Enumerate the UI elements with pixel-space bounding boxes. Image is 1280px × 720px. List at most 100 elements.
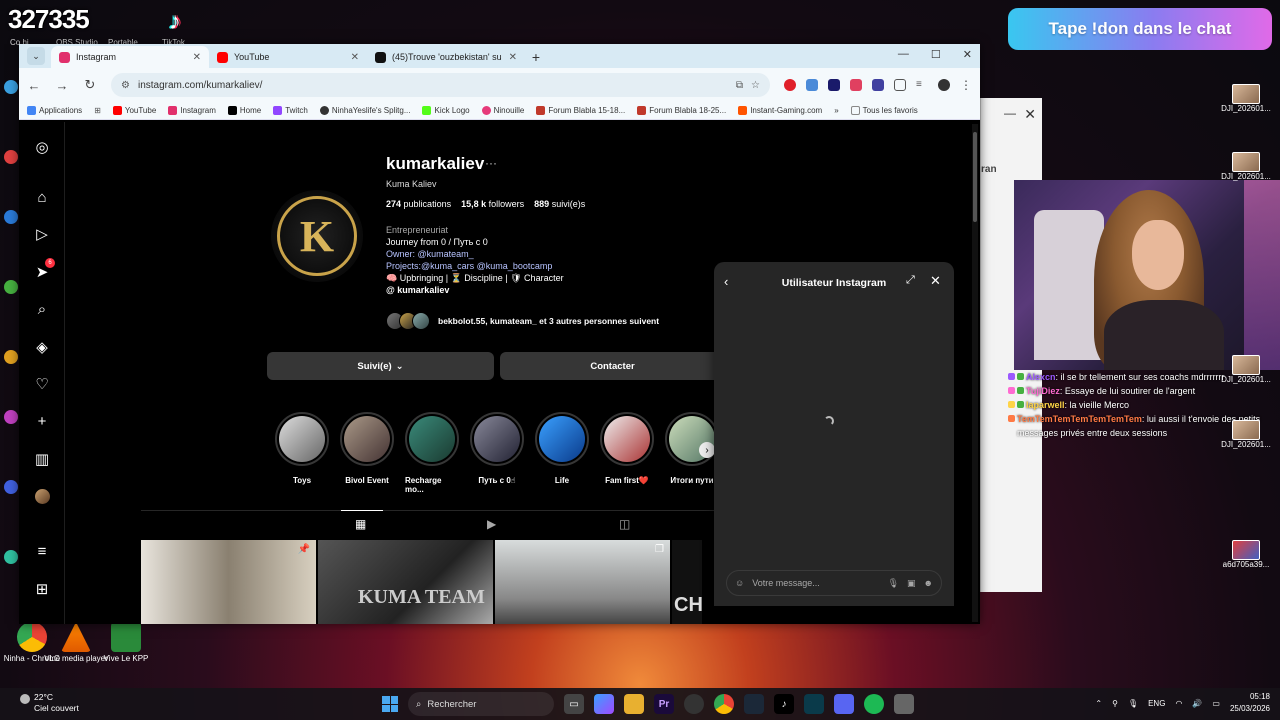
- bookmark-item[interactable]: Home: [227, 106, 261, 115]
- posts-grid-icon[interactable]: ▦: [355, 517, 366, 531]
- create-icon[interactable]: +: [33, 412, 51, 430]
- threads-link[interactable]: @ kumarkaliev: [386, 284, 564, 296]
- emoji-icon[interactable]: ☺: [735, 578, 744, 588]
- extension-icon[interactable]: [828, 79, 840, 91]
- instagram-logo-icon[interactable]: ◎: [33, 138, 51, 156]
- windows-start-icon[interactable]: [382, 696, 398, 712]
- audio-extension-icon[interactable]: [806, 79, 818, 91]
- tab-close-icon[interactable]: ✕: [193, 52, 201, 63]
- desktop-app-icon[interactable]: [4, 210, 18, 224]
- tab-instagram[interactable]: Instagram ✕: [51, 46, 209, 68]
- more-options-icon[interactable]: ···: [485, 156, 497, 170]
- post-thumbnail[interactable]: ❐: [495, 540, 670, 624]
- site-info-icon[interactable]: ⚙: [121, 80, 130, 91]
- bookmark-star-icon[interactable]: ☆: [751, 80, 760, 91]
- home-icon[interactable]: ⌂: [33, 188, 51, 206]
- tab-search-icon[interactable]: ⌄: [27, 47, 45, 65]
- close-icon[interactable]: ✕: [930, 273, 941, 289]
- discord-icon[interactable]: [834, 694, 854, 714]
- app-icon[interactable]: [804, 694, 824, 714]
- opera-extension-icon[interactable]: [784, 79, 796, 91]
- notifications-heart-icon[interactable]: ♡: [33, 375, 51, 393]
- reels-tab-icon[interactable]: ▶: [487, 517, 496, 531]
- shield-extension-icon[interactable]: [872, 79, 884, 91]
- post-thumbnail[interactable]: CHALLENGE: [672, 540, 702, 624]
- tab-tiktok[interactable]: (45)Trouve 'ouzbekistan' sur Ti... ✕: [367, 46, 525, 68]
- tab-close-icon[interactable]: ✕: [509, 52, 517, 63]
- desktop-app-icon[interactable]: [4, 480, 18, 494]
- bookmark-item[interactable]: Forum Blabla 18-25...: [637, 106, 726, 115]
- bookmarks-overflow-icon[interactable]: »: [834, 106, 838, 115]
- spotify-icon[interactable]: [864, 694, 884, 714]
- bookmark-item[interactable]: Instant-Gaming.com: [738, 106, 822, 115]
- post-thumbnail[interactable]: 📌: [141, 540, 316, 624]
- desktop-icon-kpp[interactable]: Vive Le KPP: [94, 622, 158, 663]
- highlight-item[interactable]: Fam first❤️: [600, 412, 654, 494]
- search-icon[interactable]: ⌕: [33, 300, 51, 318]
- tab-youtube[interactable]: YouTube ✕: [209, 46, 367, 68]
- profile-avatar-icon[interactable]: [938, 79, 950, 91]
- obs-icon[interactable]: [684, 694, 704, 714]
- bookmark-item[interactable]: Forum Blabla 15-18...: [536, 106, 625, 115]
- desktop-file[interactable]: a6d705a39...: [1222, 540, 1270, 569]
- profile-avatar[interactable]: [35, 489, 50, 504]
- premiere-icon[interactable]: Pr: [654, 694, 674, 714]
- bookmark-item[interactable]: Kick Logo: [422, 106, 470, 115]
- stat-following[interactable]: 889 suivi(e)s: [534, 199, 585, 209]
- bookmark-item[interactable]: Instagram: [168, 106, 216, 115]
- tagged-tab-icon[interactable]: ◫: [619, 517, 630, 531]
- taskbar-search[interactable]: ⌕ Rechercher: [408, 692, 554, 716]
- desktop-app-icon[interactable]: [4, 410, 18, 424]
- bookmark-item[interactable]: Ninouille: [481, 106, 524, 115]
- desktop-app-icon[interactable]: [4, 80, 18, 94]
- explore-icon[interactable]: ◈: [33, 338, 51, 356]
- chevron-up-icon[interactable]: ⌃: [1095, 699, 1102, 708]
- also-from-meta-icon[interactable]: ⊞: [33, 580, 51, 598]
- desktop-file[interactable]: DJI_202601...: [1221, 355, 1271, 384]
- volume-icon[interactable]: 🔊: [1192, 699, 1202, 708]
- weather-widget[interactable]: 22°C Ciel couvert: [20, 692, 79, 714]
- highlight-item[interactable]: Bivol Event: [340, 412, 394, 494]
- file-explorer-icon[interactable]: [624, 694, 644, 714]
- battery-icon[interactable]: ▭: [1212, 699, 1220, 708]
- microphone-icon[interactable]: 🎙: [1128, 699, 1138, 708]
- extension-icon[interactable]: [850, 79, 862, 91]
- contact-button[interactable]: Contacter: [500, 352, 725, 380]
- install-app-icon[interactable]: ⧉: [736, 80, 743, 91]
- post-thumbnail[interactable]: KUMA TEAM: [318, 540, 493, 624]
- maximize-icon[interactable]: ☐: [931, 48, 941, 61]
- steam-icon[interactable]: [744, 694, 764, 714]
- tab-close-icon[interactable]: ✕: [351, 52, 359, 63]
- desktop-file[interactable]: DJI_202601...: [1221, 152, 1271, 181]
- followed-by[interactable]: bekbolot.55, kumateam_ et 3 autres perso…: [386, 312, 659, 330]
- desktop-app-icon[interactable]: [4, 550, 18, 564]
- dashboard-icon[interactable]: ▥: [33, 450, 51, 468]
- network-icon[interactable]: ⚲: [1112, 699, 1118, 708]
- desktop-file[interactable]: DJI_202601...: [1221, 84, 1271, 113]
- forward-icon[interactable]: →: [55, 78, 69, 93]
- highlight-item[interactable]: Life: [535, 412, 589, 494]
- address-bar[interactable]: ⚙ instagram.com/kumarkaliev/ ⧉ ☆: [111, 73, 770, 97]
- reload-icon[interactable]: ↻: [83, 77, 97, 93]
- desktop-app-icon[interactable]: [4, 280, 18, 294]
- tiktok-icon[interactable]: ♪: [774, 694, 794, 714]
- copilot-icon[interactable]: [594, 694, 614, 714]
- reels-icon[interactable]: ▷: [33, 225, 51, 243]
- more-menu-icon[interactable]: ≡: [33, 542, 51, 560]
- close-icon[interactable]: ✕: [963, 48, 972, 61]
- bio-line[interactable]: Projects:@kuma_cars @kuma_bootcamp: [386, 260, 564, 272]
- desktop-app-icon[interactable]: [4, 350, 18, 364]
- clock[interactable]: 05:18 25/03/2026: [1230, 691, 1270, 715]
- puzzle-icon[interactable]: [894, 79, 906, 91]
- bookmark-item[interactable]: YouTube: [112, 106, 156, 115]
- bookmark-item[interactable]: Applications: [27, 106, 82, 115]
- media-icon[interactable]: ≡: [916, 79, 928, 91]
- bookmark-item[interactable]: ⊞: [94, 106, 101, 115]
- highlight-item[interactable]: Путь с 0☝: [470, 412, 524, 494]
- highlight-item[interactable]: Recharge mo...: [405, 412, 459, 494]
- app-icon[interactable]: [894, 694, 914, 714]
- bio-line[interactable]: Owner: @kumateam_: [386, 248, 564, 260]
- chrome-icon[interactable]: [714, 694, 734, 714]
- bookmark-item[interactable]: Tous les favoris: [850, 106, 918, 115]
- highlights-next-icon[interactable]: ›: [699, 442, 715, 458]
